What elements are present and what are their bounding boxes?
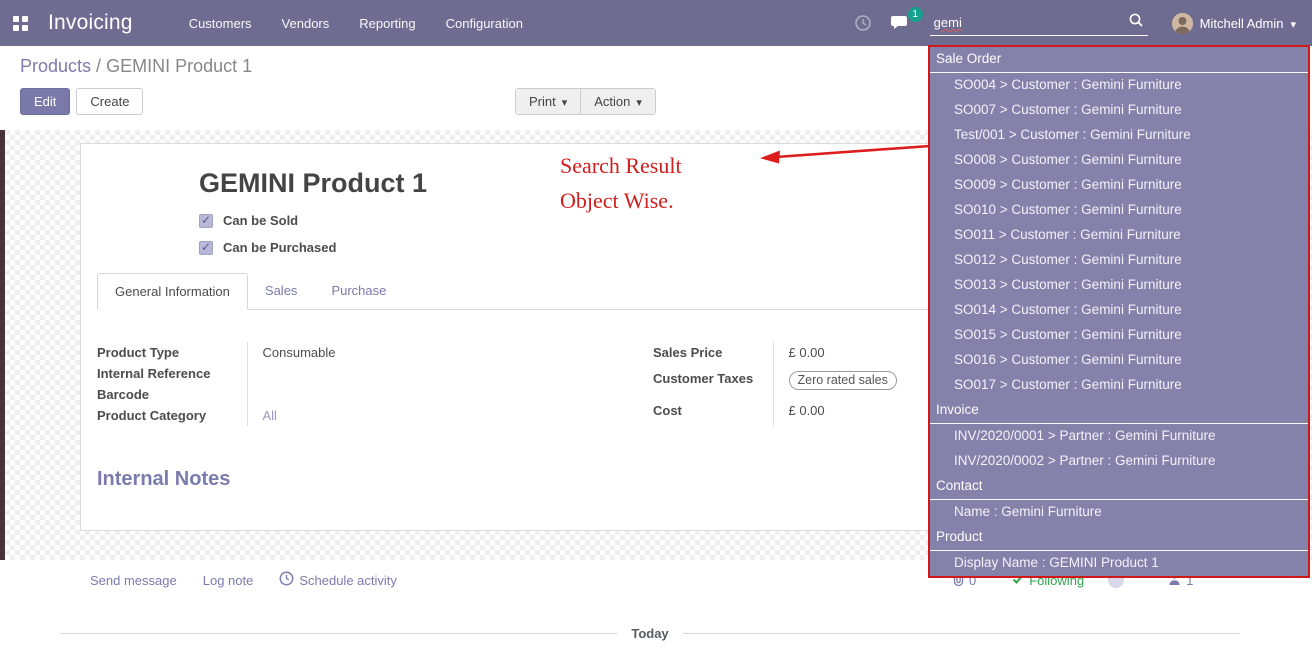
search-icon[interactable] xyxy=(1128,12,1144,33)
tab-sales[interactable]: Sales xyxy=(248,273,315,309)
search-result-item[interactable]: SO010 > Customer : Gemini Furniture xyxy=(930,198,1308,223)
fields-left-column: Product TypeConsumable Internal Referenc… xyxy=(97,342,653,426)
can-be-purchased-label: Can be Purchased xyxy=(223,240,336,255)
field-row: Barcode xyxy=(97,384,653,405)
user-avatar xyxy=(1172,13,1193,34)
product-type-value: Consumable xyxy=(247,342,653,363)
field-row: Cost£ 0.00 xyxy=(653,400,953,426)
search-result-item[interactable]: SO011 > Customer : Gemini Furniture xyxy=(930,223,1308,248)
breadcrumb-current: GEMINI Product 1 xyxy=(106,56,252,76)
field-label: Customer Taxes xyxy=(653,368,773,399)
tab-general-information[interactable]: General Information xyxy=(97,273,248,310)
search-group-header: Sale Order xyxy=(930,47,1308,73)
annotation-text: Search Result Object Wise. xyxy=(560,148,682,218)
breadcrumb: Products / GEMINI Product 1 xyxy=(20,56,252,77)
field-label: Internal Reference xyxy=(97,363,247,384)
field-row: Internal Reference xyxy=(97,363,653,384)
can-be-sold-label: Can be Sold xyxy=(223,213,298,228)
chevron-down-icon xyxy=(1290,16,1296,31)
field-label: Product Type xyxy=(97,342,247,363)
print-action-button-group: Print Action xyxy=(515,88,656,115)
search-result-item[interactable]: INV/2020/0001 > Partner : Gemini Furnitu… xyxy=(930,424,1308,449)
chevron-down-icon xyxy=(636,94,642,109)
search-result-item[interactable]: SO009 > Customer : Gemini Furniture xyxy=(930,173,1308,198)
search-input[interactable]: gemi xyxy=(930,10,1148,36)
top-navbar: Invoicing Customers Vendors Reporting Co… xyxy=(0,0,1312,46)
fields-right-column: Sales Price£ 0.00 Customer TaxesZero rat… xyxy=(653,342,953,426)
product-category-link[interactable]: All xyxy=(263,408,277,423)
app-title[interactable]: Invoicing xyxy=(40,11,141,35)
nav-menu-reporting[interactable]: Reporting xyxy=(359,16,415,31)
log-note-button[interactable]: Log note xyxy=(203,573,254,588)
search-group-header: Invoice xyxy=(930,398,1308,424)
user-name: Mitchell Admin xyxy=(1200,16,1284,31)
barcode-value xyxy=(247,384,653,405)
nav-menu-vendors[interactable]: Vendors xyxy=(282,16,330,31)
customer-taxes-badge: Zero rated sales xyxy=(789,371,897,390)
sales-price-value: £ 0.00 xyxy=(773,342,953,368)
can-be-sold-checkbox[interactable] xyxy=(199,214,213,228)
search-result-item[interactable]: Test/001 > Customer : Gemini Furniture xyxy=(930,123,1308,148)
search-result-item[interactable]: SO004 > Customer : Gemini Furniture xyxy=(930,73,1308,98)
edit-button[interactable]: Edit xyxy=(20,88,70,115)
search-result-item[interactable]: SO007 > Customer : Gemini Furniture xyxy=(930,98,1308,123)
print-dropdown-button[interactable]: Print xyxy=(516,89,580,114)
search-group-header: Contact xyxy=(930,474,1308,500)
field-row: Sales Price£ 0.00 xyxy=(653,342,953,368)
search-group-header: Product xyxy=(930,525,1308,551)
search-result-item[interactable]: SO008 > Customer : Gemini Furniture xyxy=(930,148,1308,173)
annotation-arrow xyxy=(752,136,937,170)
cost-value: £ 0.00 xyxy=(773,400,953,426)
field-label: Sales Price xyxy=(653,342,773,368)
apps-menu-icon[interactable] xyxy=(0,0,40,46)
internal-reference-value xyxy=(247,363,653,384)
messages-icon[interactable]: 1 xyxy=(890,14,912,32)
nav-menu-customers[interactable]: Customers xyxy=(189,16,252,31)
nav-menus: Customers Vendors Reporting Configuratio… xyxy=(189,16,523,31)
field-label: Barcode xyxy=(97,384,247,405)
messages-badge: 1 xyxy=(908,7,923,22)
create-button[interactable]: Create xyxy=(76,88,143,115)
tab-purchase[interactable]: Purchase xyxy=(314,273,403,309)
field-row: Product Category All xyxy=(97,405,653,426)
field-label: Cost xyxy=(653,400,773,426)
breadcrumb-products-link[interactable]: Products xyxy=(20,56,91,76)
today-label: Today xyxy=(631,626,668,641)
chevron-down-icon xyxy=(562,94,568,109)
today-divider: Today xyxy=(60,626,1240,641)
search-result-item[interactable]: SO012 > Customer : Gemini Furniture xyxy=(930,248,1308,273)
activities-clock-icon[interactable] xyxy=(854,14,872,32)
search-result-item[interactable]: Name : Gemini Furniture xyxy=(930,500,1308,525)
search-result-item[interactable]: SO015 > Customer : Gemini Furniture xyxy=(930,323,1308,348)
search-result-item[interactable]: SO013 > Customer : Gemini Furniture xyxy=(930,273,1308,298)
field-row: Customer Taxes Zero rated sales xyxy=(653,368,953,399)
can-be-purchased-checkbox[interactable] xyxy=(199,241,213,255)
search-result-item[interactable]: SO016 > Customer : Gemini Furniture xyxy=(930,348,1308,373)
user-menu[interactable]: Mitchell Admin xyxy=(1172,13,1312,34)
search-result-item[interactable]: SO014 > Customer : Gemini Furniture xyxy=(930,298,1308,323)
clock-icon xyxy=(279,571,294,589)
nav-menu-configuration[interactable]: Configuration xyxy=(446,16,523,31)
left-edge-strip xyxy=(0,130,5,585)
schedule-activity-button[interactable]: Schedule activity xyxy=(279,571,397,589)
breadcrumb-separator: / xyxy=(91,56,106,76)
send-message-button[interactable]: Send message xyxy=(90,573,177,588)
action-dropdown-button[interactable]: Action xyxy=(580,89,655,114)
field-row: Product TypeConsumable xyxy=(97,342,653,363)
search-dropdown: Sale OrderSO004 > Customer : Gemini Furn… xyxy=(928,45,1310,578)
field-label: Product Category xyxy=(97,405,247,426)
search-result-item[interactable]: Display Name : GEMINI Product 1 xyxy=(930,551,1308,576)
search-dropdown-groups: Sale OrderSO004 > Customer : Gemini Furn… xyxy=(930,47,1308,576)
search-input-value[interactable]: gemi xyxy=(934,15,1128,30)
search-result-item[interactable]: SO017 > Customer : Gemini Furniture xyxy=(930,373,1308,398)
search-result-item[interactable]: INV/2020/0002 > Partner : Gemini Furnitu… xyxy=(930,449,1308,474)
